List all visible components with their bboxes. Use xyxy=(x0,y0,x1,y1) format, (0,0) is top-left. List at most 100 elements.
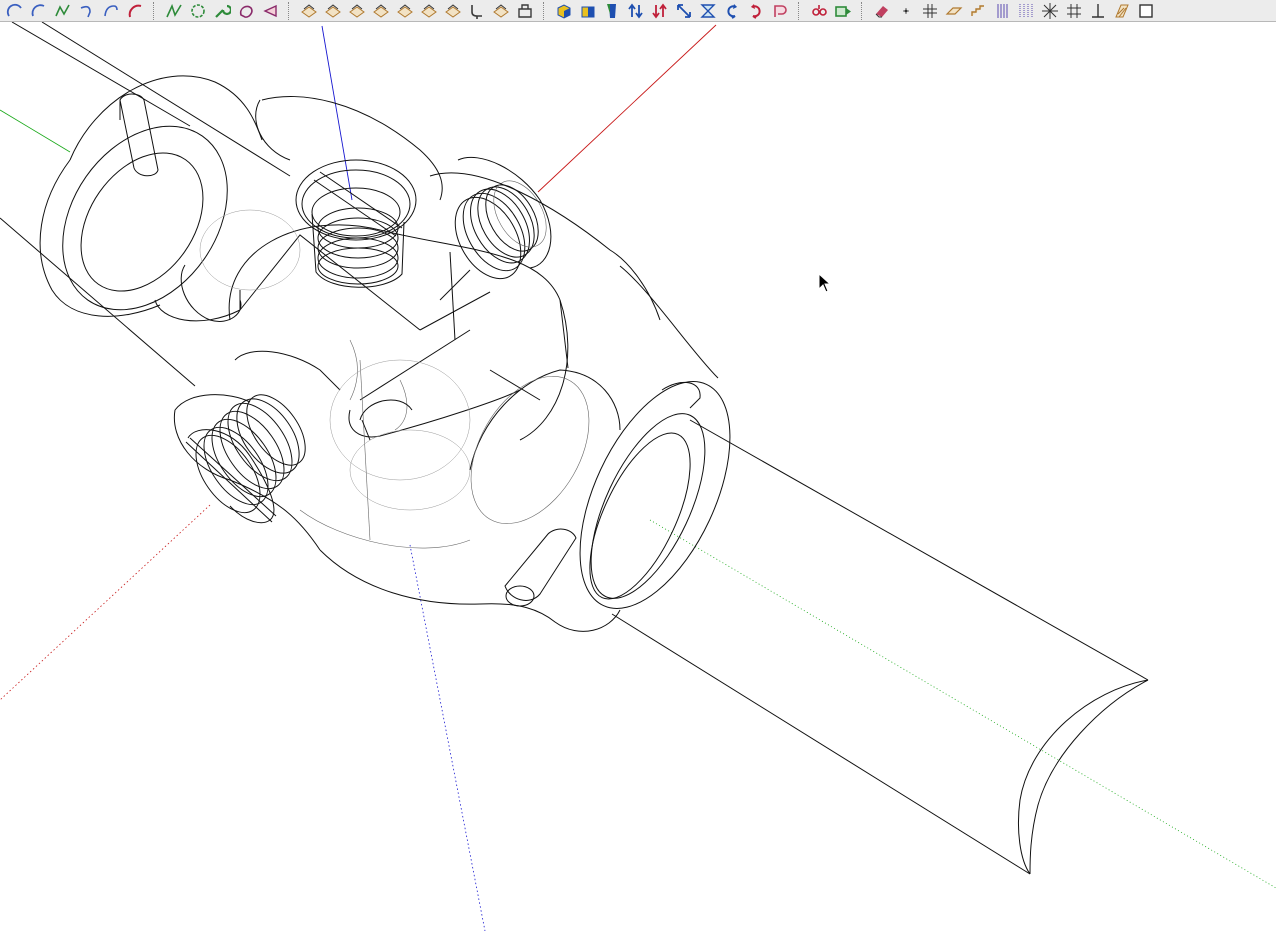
freehand-icon xyxy=(55,4,70,16)
curve-icon xyxy=(80,5,91,17)
push-up-icon xyxy=(628,2,643,18)
universal-joint-wireframe xyxy=(0,22,1276,931)
rotate-left-icon xyxy=(727,3,737,19)
cube-icon xyxy=(557,3,571,19)
surface-5-icon xyxy=(397,3,413,18)
toolbar-separator xyxy=(543,1,546,20)
arc-2pt-button[interactable] xyxy=(27,1,51,21)
extrude-icon xyxy=(607,3,616,18)
hatch-icon xyxy=(1115,4,1129,17)
box-icon xyxy=(581,6,595,17)
star-lines-button[interactable] xyxy=(1038,1,1062,21)
left-screw xyxy=(185,394,306,524)
hourglass-button[interactable] xyxy=(696,1,720,21)
rotate-right-button[interactable] xyxy=(744,1,768,21)
red-axis-neg xyxy=(0,504,211,701)
surface-8-icon xyxy=(493,3,509,18)
hatch-button[interactable] xyxy=(1110,1,1134,21)
parallel-button[interactable] xyxy=(990,1,1014,21)
arc-3pt-button[interactable] xyxy=(99,1,123,21)
surface-2-icon xyxy=(325,3,341,18)
push-down-button[interactable] xyxy=(648,1,672,21)
toolbar-group-construction-tools xyxy=(867,0,1161,21)
polyline-button[interactable] xyxy=(162,1,186,21)
right-screw xyxy=(454,156,552,280)
move-button[interactable] xyxy=(807,1,831,21)
toolbar xyxy=(0,0,1276,22)
upper-yoke xyxy=(39,75,443,322)
hash-button[interactable] xyxy=(1062,1,1086,21)
pie-icon xyxy=(128,4,142,17)
eraser-icon xyxy=(875,5,888,17)
toolbar-group-surface-tools xyxy=(294,0,540,21)
polygon-icon xyxy=(191,3,205,18)
arc-3pt-icon xyxy=(104,4,118,16)
hash-icon xyxy=(1067,3,1081,18)
blob-button[interactable] xyxy=(234,1,258,21)
cross-block xyxy=(199,209,569,541)
dotted-grid-icon xyxy=(1019,3,1033,18)
toolbar-group-drawing-curves xyxy=(0,0,150,21)
wrench-button[interactable] xyxy=(210,1,234,21)
cube-button[interactable] xyxy=(552,1,576,21)
pie-button[interactable] xyxy=(123,1,147,21)
top-screw xyxy=(295,159,417,288)
square-icon xyxy=(1139,3,1153,18)
star-lines-icon xyxy=(1042,2,1058,19)
pipe-icon xyxy=(471,4,482,19)
toolbar-separator xyxy=(153,1,156,20)
curve-button[interactable] xyxy=(75,1,99,21)
surface-8-button[interactable] xyxy=(489,1,513,21)
play-button[interactable] xyxy=(831,1,855,21)
extrude-button[interactable] xyxy=(600,1,624,21)
stretch-icon xyxy=(677,3,691,18)
box-button[interactable] xyxy=(576,1,600,21)
hourglass-icon xyxy=(700,3,716,18)
grid-icon xyxy=(923,3,937,18)
pipe-button[interactable] xyxy=(465,1,489,21)
polygon-button[interactable] xyxy=(186,1,210,21)
surface-3-button[interactable] xyxy=(345,1,369,21)
arc-2pt-icon xyxy=(31,3,45,16)
perpendicular-icon xyxy=(1092,3,1104,18)
perpendicular-button[interactable] xyxy=(1086,1,1110,21)
surface-4-button[interactable] xyxy=(369,1,393,21)
move-icon xyxy=(812,4,827,16)
toolbar-separator xyxy=(798,1,801,20)
push-down-icon xyxy=(652,2,667,18)
model-viewport[interactable] xyxy=(0,22,1276,931)
square-button[interactable] xyxy=(1134,1,1158,21)
toolbar-separator xyxy=(288,1,291,20)
toolbar-separator xyxy=(861,1,864,20)
sector-button[interactable] xyxy=(258,1,282,21)
rotate-right-icon xyxy=(751,3,761,19)
frame-button[interactable] xyxy=(513,1,537,21)
toolbar-group-solid-tools xyxy=(549,0,795,21)
plane-button[interactable] xyxy=(942,1,966,21)
stairs-button[interactable] xyxy=(966,1,990,21)
play-icon xyxy=(835,5,851,17)
push-up-button[interactable] xyxy=(624,1,648,21)
eraser-button[interactable] xyxy=(870,1,894,21)
surface-5-button[interactable] xyxy=(393,1,417,21)
grid-button[interactable] xyxy=(918,1,942,21)
arrow-cursor-icon xyxy=(818,273,832,293)
surface-2-button[interactable] xyxy=(321,1,345,21)
freehand-button[interactable] xyxy=(51,1,75,21)
dotted-grid-button[interactable] xyxy=(1014,1,1038,21)
surface-7-button[interactable] xyxy=(441,1,465,21)
blue-axis xyxy=(321,25,353,201)
surface-1-button[interactable] xyxy=(297,1,321,21)
polyline-icon xyxy=(166,3,182,17)
arc-button[interactable] xyxy=(3,1,27,21)
surface-6-button[interactable] xyxy=(417,1,441,21)
red-axis xyxy=(537,24,717,193)
rotate-left-button[interactable] xyxy=(720,1,744,21)
sector-icon xyxy=(263,4,277,17)
toolbar-group-drawing-shapes xyxy=(159,0,285,21)
shape-button[interactable] xyxy=(768,1,792,21)
point-button[interactable] xyxy=(894,1,918,21)
surface-3-icon xyxy=(349,3,365,18)
surface-4-icon xyxy=(373,3,389,18)
stretch-button[interactable] xyxy=(672,1,696,21)
